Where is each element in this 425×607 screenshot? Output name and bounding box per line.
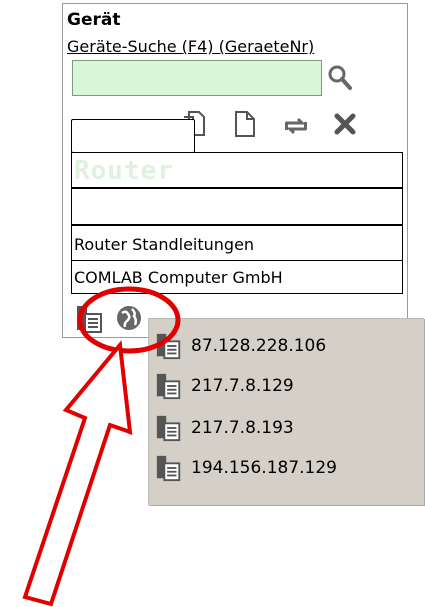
highlight-ellipse: [77, 286, 181, 354]
annotation-overlay: [22, 286, 181, 607]
pointer-arrow: [22, 340, 133, 607]
